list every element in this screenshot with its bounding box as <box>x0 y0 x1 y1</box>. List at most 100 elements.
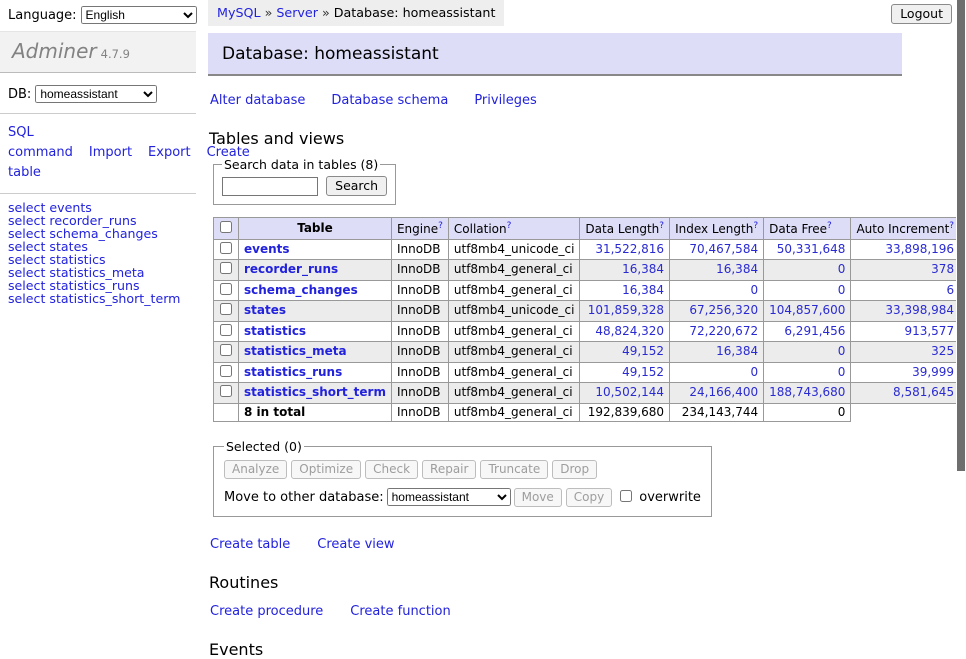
move-action-button[interactable]: Copy <box>566 488 612 507</box>
table-row: statistics_runs InnoDB utf8mb4_general_c… <box>214 362 966 383</box>
table-row: statistics_short_term InnoDB utf8mb4_gen… <box>214 383 966 404</box>
collation-cell: utf8mb4_general_ci <box>448 321 580 342</box>
total-label-cell: 8 in total <box>239 403 392 422</box>
collation-cell: utf8mb4_general_ci <box>448 280 580 301</box>
adminer-logo-block: Adminer4.7.9 <box>0 31 196 73</box>
database-nav-link[interactable]: Database schema <box>331 93 448 108</box>
routine-link[interactable]: Create function <box>350 604 450 619</box>
table-name-link[interactable]: statistics_runs <box>244 365 342 379</box>
data-length-cell: 16,384 <box>580 260 670 281</box>
column-header: Data Length? <box>580 218 670 240</box>
collation-cell: utf8mb4_general_ci <box>448 362 580 383</box>
engine-cell: InnoDB <box>391 301 448 322</box>
column-help-link[interactable]: ? <box>753 221 758 231</box>
index-length-cell: 24,166,400 <box>670 383 764 404</box>
overwrite-checkbox[interactable] <box>620 490 632 502</box>
row-checkbox[interactable] <box>220 262 232 274</box>
row-checkbox[interactable] <box>220 344 232 356</box>
sidebar-action-link[interactable]: Import <box>89 145 132 160</box>
table-name-link[interactable]: statistics_meta <box>244 344 347 358</box>
search-input[interactable] <box>222 177 318 196</box>
column-header-label: Auto Increment <box>856 222 949 236</box>
bulk-action-button[interactable]: Analyze <box>224 460 287 479</box>
row-checkbox-cell <box>214 321 239 342</box>
search-button[interactable]: Search <box>326 176 387 196</box>
table-name-link[interactable]: events <box>244 242 290 256</box>
language-select[interactable]: English <box>81 6 197 24</box>
bulk-action-button[interactable]: Check <box>365 460 418 479</box>
index-length-cell: 0 <box>670 362 764 383</box>
routine-link[interactable]: Create procedure <box>210 604 323 619</box>
tables-grid: Table Engine?Collation?Data Length?Index… <box>213 217 966 422</box>
row-checkbox-cell <box>214 383 239 404</box>
data-length-cell: 16,384 <box>580 280 670 301</box>
sidebar-select-link[interactable]: select statistics_short_term <box>8 293 188 306</box>
sidebar-table-links: select eventsselect recorder_runsselect … <box>0 194 196 313</box>
table-name-cell: statistics_short_term <box>239 383 392 404</box>
collation-cell: utf8mb4_unicode_ci <box>448 239 580 260</box>
database-nav-link[interactable]: Alter database <box>210 93 305 108</box>
column-help-link[interactable]: ? <box>949 221 954 231</box>
move-action-button[interactable]: Move <box>514 488 562 507</box>
selected-legend: Selected (0) <box>224 439 304 454</box>
engine-cell: InnoDB <box>391 260 448 281</box>
column-help-link[interactable]: ? <box>659 221 664 231</box>
move-db-select[interactable]: homeassistant <box>387 488 511 506</box>
select-all-checkbox[interactable] <box>220 221 232 233</box>
bulk-action-button[interactable]: Drop <box>552 460 597 479</box>
bulk-action-button[interactable]: Repair <box>422 460 476 479</box>
data-length-cell: 31,522,816 <box>580 239 670 260</box>
row-checkbox[interactable] <box>220 283 232 295</box>
data-free-cell: 0 <box>764 260 851 281</box>
data-free-cell: 0 <box>764 280 851 301</box>
create-link[interactable]: Create view <box>317 537 394 552</box>
search-legend: Search data in tables (8) <box>222 157 380 172</box>
bulk-action-button[interactable]: Truncate <box>480 460 548 479</box>
create-link[interactable]: Create table <box>210 537 290 552</box>
table-header-row: Table Engine?Collation?Data Length?Index… <box>214 218 966 240</box>
row-checkbox[interactable] <box>220 303 232 315</box>
bulk-action-button[interactable]: Optimize <box>291 460 361 479</box>
row-checkbox[interactable] <box>220 242 232 254</box>
adminer-logo[interactable]: Adminer <box>12 39 97 63</box>
auto-increment-cell: 913,577 <box>851 321 960 342</box>
table-name-link[interactable]: statistics <box>244 324 306 338</box>
total-index-length-cell: 234,143,744 <box>670 403 764 422</box>
engine-cell: InnoDB <box>391 362 448 383</box>
row-checkbox-cell <box>214 239 239 260</box>
table-name-link[interactable]: states <box>244 303 286 317</box>
total-data-length-cell: 192,839,680 <box>580 403 670 422</box>
column-header-label: Index Length <box>675 222 753 236</box>
select-all-cell <box>214 218 239 240</box>
language-row: Language:English <box>0 0 196 29</box>
table-name-link[interactable]: recorder_runs <box>244 262 338 276</box>
routines-heading: Routines <box>209 573 902 592</box>
data-free-cell: 0 <box>764 362 851 383</box>
db-select[interactable]: homeassistant <box>35 85 157 103</box>
table-name-link[interactable]: statistics_short_term <box>244 385 386 399</box>
scrollbar[interactable] <box>956 0 966 543</box>
breadcrumb-link[interactable]: MySQL <box>217 5 261 20</box>
tables-heading: Tables and views <box>209 129 902 148</box>
column-header-label: Engine <box>397 222 438 236</box>
page-title: Database: homeassistant <box>208 33 902 76</box>
index-length-cell: 0 <box>670 280 764 301</box>
column-header-label: Data Length <box>585 222 659 236</box>
column-help-link[interactable]: ? <box>507 221 512 231</box>
sidebar-action-link[interactable]: Export <box>148 145 191 160</box>
auto-increment-cell: 33,398,984 <box>851 301 960 322</box>
database-nav-link[interactable]: Privileges <box>474 93 537 108</box>
total-engine-cell: InnoDB <box>391 403 448 422</box>
row-checkbox[interactable] <box>220 324 232 336</box>
row-checkbox[interactable] <box>220 365 232 377</box>
index-length-cell: 70,467,584 <box>670 239 764 260</box>
engine-cell: InnoDB <box>391 280 448 301</box>
row-checkbox[interactable] <box>220 385 232 397</box>
column-help-link[interactable]: ? <box>438 221 443 231</box>
sidebar-action-link[interactable]: SQL command <box>8 125 73 160</box>
scrollbar-thumb[interactable] <box>957 0 965 471</box>
table-name-cell: schema_changes <box>239 280 392 301</box>
table-name-link[interactable]: schema_changes <box>244 283 358 297</box>
breadcrumb-link[interactable]: Server <box>276 5 318 20</box>
column-help-link[interactable]: ? <box>827 221 832 231</box>
